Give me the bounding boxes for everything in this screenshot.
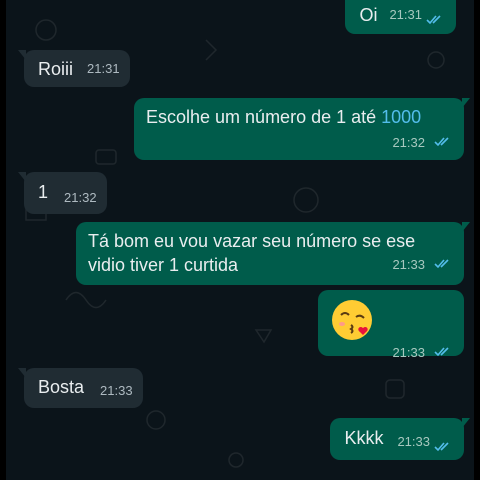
outgoing-message[interactable]: Tá bom eu vou vazar seu número se ese vi… [76,222,470,285]
message-text: 1 [38,182,49,202]
incoming-message[interactable]: 1 21:32 [18,172,107,214]
chat-area[interactable]: Oi 21:31 Roiii 21:31 Escolhe um número d… [6,0,474,480]
incoming-message[interactable]: Bosta 21:33 [18,368,143,408]
bubble-tail [462,418,470,428]
message-time: 21:31 [389,7,422,22]
phone-number-link[interactable]: 1000 [381,107,421,127]
outgoing-message[interactable]: Escolhe um número de 1 até 1000 21:32 [134,98,470,160]
kissing-face-with-heart-icon [332,300,372,340]
message-text: Roiii [38,59,74,79]
message-time: 21:31 [87,61,120,76]
outgoing-message[interactable]: Oi 21:31 [345,0,456,34]
message-text: Kkkk [344,428,384,448]
incoming-message[interactable]: Roiii 21:31 [18,50,130,87]
message-time: 21:33 [100,383,133,398]
bubble-tail [18,50,26,60]
outgoing-message[interactable]: 21:33 [318,290,464,360]
message-time: 21:32 [64,190,97,205]
message-time: 21:33 [392,257,425,272]
message-text: Escolhe um número de 1 até 1000 [146,106,452,128]
message-text: Oi [359,5,378,25]
read-receipt-icon [434,259,449,269]
message-time: 21:33 [392,345,425,360]
message-time: 21:32 [392,135,425,150]
bubble-tail [462,98,470,108]
read-receipt-icon [434,347,449,357]
bubble-tail [462,222,470,232]
read-receipt-icon [434,442,449,452]
read-receipt-icon [434,137,449,147]
message-text-part: Escolhe um número de 1 até [146,107,382,127]
outgoing-message[interactable]: Kkkk 21:33 [330,418,470,460]
read-receipt-icon [426,15,441,25]
bubble-tail [18,368,26,378]
message-text-line: Tá bom eu vou vazar seu número se ese [88,231,416,251]
message-text-line: vidio tiver 1 curtida [88,255,239,275]
message-text: Bosta [38,377,85,397]
message-time: 21:33 [397,434,430,449]
bubble-tail [18,172,26,182]
